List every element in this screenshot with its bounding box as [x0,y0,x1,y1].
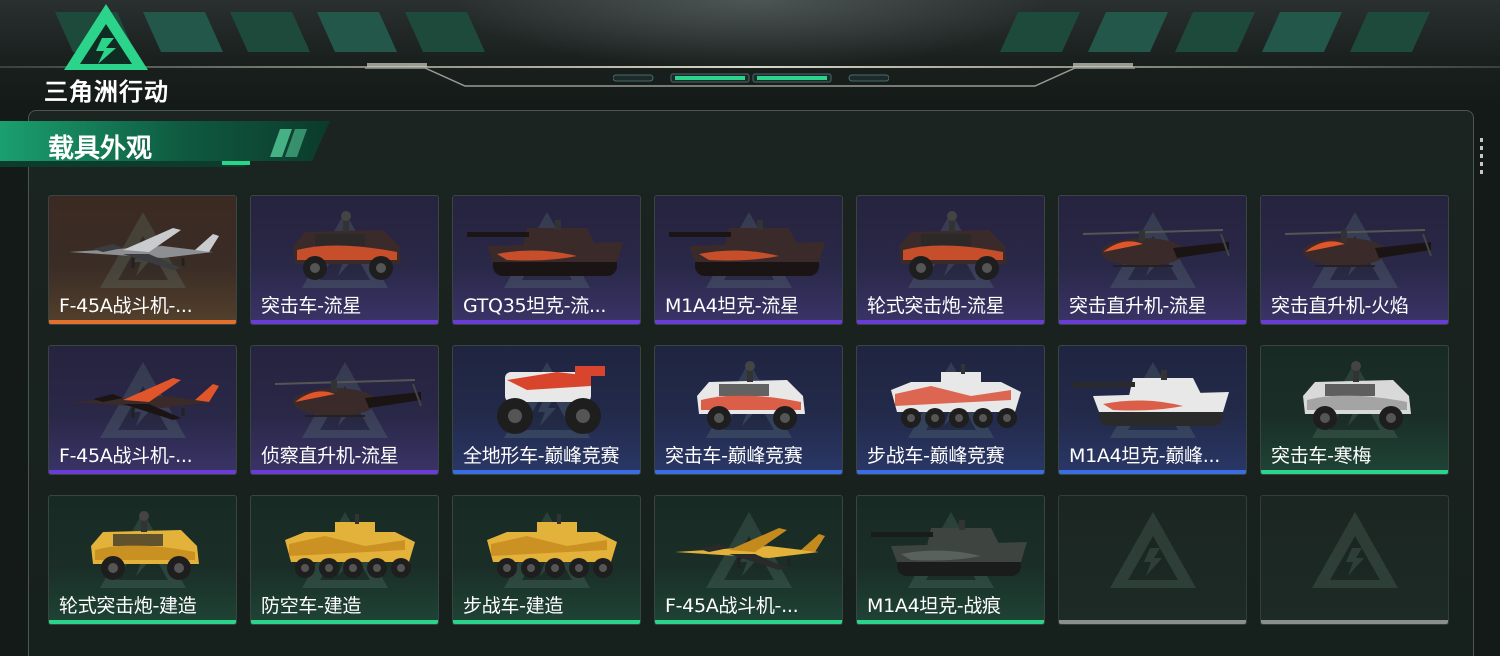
helicopter-icon [274,379,422,417]
tank-icon [669,220,825,276]
skin-name: 突击直升机-火焰 [1271,295,1409,317]
skin-name: 全地形车-巅峰竞赛 [463,445,620,467]
rarity-bar [655,620,842,624]
helicopter-icon [1082,229,1230,267]
scroll-indicator[interactable] [1480,138,1486,182]
jet-icon [69,378,219,420]
skin-card[interactable]: 步战车-建造 [452,495,641,625]
rarity-bar [1059,620,1246,624]
rarity-bar [251,620,438,624]
rarity-bar [251,320,438,324]
rarity-bar [857,620,1044,624]
top-header: 三角洲行动 [0,0,1500,106]
rarity-bar [1261,470,1448,474]
skin-grid: F-45A战斗机-... 突击车-流星 GTQ35坦克-流... M1A4坦克-… [48,195,1449,625]
skin-name: 侦察直升机-流星 [261,445,399,467]
watermark-logo-icon [1311,512,1398,588]
rarity-bar [857,470,1044,474]
rarity-bar [251,470,438,474]
ifv-icon [891,364,1021,428]
helicopter-icon [1284,229,1432,267]
rarity-bar [453,320,640,324]
ifv-icon [285,514,415,578]
rarity-bar [655,320,842,324]
skin-name: 步战车-建造 [463,595,564,617]
skin-name: 步战车-巅峰竞赛 [867,445,1005,467]
armored-car-icon [899,211,1007,280]
tank-icon [1073,370,1229,426]
skin-card[interactable]: F-45A战斗机-... [654,495,843,625]
skin-card[interactable]: M1A4坦克-战痕 [856,495,1045,625]
skin-name: 突击车-巅峰竞赛 [665,445,803,467]
skin-name: 突击直升机-流星 [1069,295,1207,317]
skin-card[interactable]: 轮式突击炮-流星 [856,195,1045,325]
skin-name: M1A4坦克-流星 [665,295,799,317]
skin-name: 轮式突击炮-流星 [867,295,1005,317]
rarity-bar [49,320,236,324]
skin-name: F-45A战斗机-... [665,595,799,617]
skin-name: 突击车-寒梅 [1271,445,1372,467]
rarity-bar [1261,620,1448,624]
ifv-icon [487,514,617,578]
section-title: 载具外观 [48,134,153,164]
rarity-bar [1059,320,1246,324]
skin-card[interactable]: 突击直升机-火焰 [1260,195,1449,325]
header-center-indicator [613,73,889,83]
skin-name: 防空车-建造 [261,595,362,617]
armored-car-icon [1303,361,1411,430]
logo-text: 三角洲行动 [44,78,169,106]
skin-name: M1A4坦克-巅峰... [1069,445,1220,467]
skin-card[interactable]: M1A4坦克-巅峰... [1058,345,1247,475]
skin-name: F-45A战斗机-... [59,445,193,467]
tank-icon [871,520,1027,576]
rarity-bar [453,620,640,624]
skin-card[interactable]: 防空车-建造 [250,495,439,625]
jet-icon [675,528,825,570]
rarity-bar [1059,470,1246,474]
skin-card[interactable]: M1A4坦克-流星 [654,195,843,325]
skin-card[interactable]: F-45A战斗机-... [48,195,237,325]
skin-card[interactable]: 侦察直升机-流星 [250,345,439,475]
skin-card[interactable]: 步战车-巅峰竞赛 [856,345,1045,475]
skin-card[interactable]: 全地形车-巅峰竞赛 [452,345,641,475]
skin-name: M1A4坦克-战痕 [867,595,1001,617]
rarity-bar [453,470,640,474]
header-stripes-right [1000,12,1430,52]
rarity-bar [857,320,1044,324]
tank-icon [467,220,623,276]
skin-card[interactable]: 突击车-巅峰竞赛 [654,345,843,475]
skin-card[interactable]: GTQ35坦克-流... [452,195,641,325]
skin-card[interactable]: F-45A战斗机-... [48,345,237,475]
skin-card[interactable]: 突击车-寒梅 [1260,345,1449,475]
skin-card[interactable]: 突击直升机-流星 [1058,195,1247,325]
skin-name: 轮式突击炮-建造 [59,595,197,617]
armored-car-icon [91,511,199,580]
armored-car-icon [293,211,401,280]
rarity-bar [655,470,842,474]
skin-name: F-45A战斗机-... [59,295,193,317]
skin-name: GTQ35坦克-流... [463,295,607,317]
watermark-logo-icon [1109,512,1196,588]
armored-car-icon [697,361,805,430]
empty-skin-slot[interactable] [1058,495,1247,625]
skin-card[interactable]: 轮式突击炮-建造 [48,495,237,625]
jet-icon [69,228,219,270]
rarity-bar [1261,320,1448,324]
empty-skin-slot[interactable] [1260,495,1449,625]
skin-name: 突击车-流星 [261,295,362,317]
rarity-bar [49,620,236,624]
skin-card[interactable]: 突击车-流星 [250,195,439,325]
rarity-bar [49,470,236,474]
atv-icon [497,366,605,434]
